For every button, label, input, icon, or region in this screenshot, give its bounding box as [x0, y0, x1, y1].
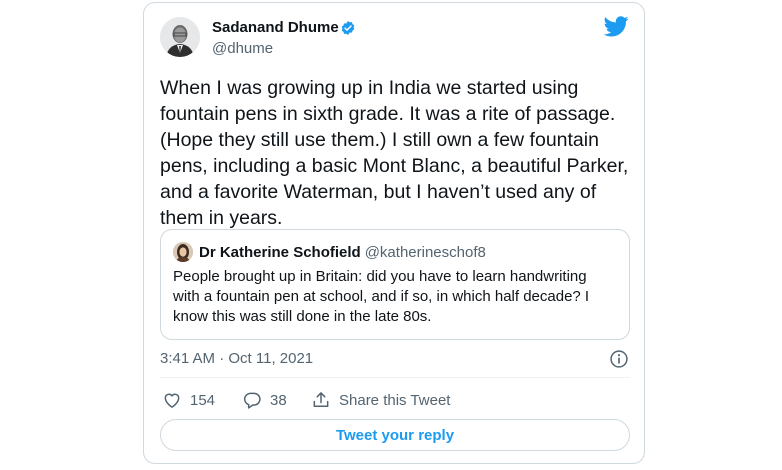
share-icon	[313, 392, 329, 407]
tweet-text: When I was growing up in India we starte…	[160, 77, 629, 229]
share-label: Share this Tweet	[339, 391, 451, 409]
reply-action[interactable]: 38	[242, 389, 287, 411]
like-count: 154	[190, 391, 216, 409]
share-action[interactable]: Share this Tweet	[311, 389, 450, 411]
like-action[interactable]: 154	[162, 389, 215, 411]
quoted-author-display-name: Dr Katherine Schofield	[199, 244, 361, 261]
author-display-name[interactable]: Sadanand Dhume	[212, 18, 339, 38]
heart-icon	[164, 393, 180, 408]
tweet-your-reply-button[interactable]: Tweet your reply	[160, 419, 630, 451]
quoted-tweet[interactable]: Dr Katherine Schofield @katherineschof8 P…	[160, 229, 630, 340]
twitter-bird-icon[interactable]	[604, 16, 629, 37]
quoted-tweet-text: People brought up in Britain: did you ha…	[173, 268, 590, 325]
reply-count: 38	[270, 391, 287, 409]
quoted-author-handle: @katherineschof8	[364, 244, 486, 261]
tweet-card: Sadanand Dhume @dhume When I was growing…	[143, 2, 645, 464]
quoted-author-avatar	[173, 242, 193, 262]
divider	[160, 377, 630, 378]
author-handle[interactable]: @dhume	[212, 39, 273, 59]
verified-badge-icon	[341, 21, 355, 35]
reply-bubble-icon	[243, 392, 261, 409]
author-avatar[interactable]	[160, 17, 200, 57]
info-icon[interactable]	[609, 349, 629, 369]
quoted-tweet-header: Dr Katherine Schofield @katherineschof8	[199, 243, 486, 263]
tweet-timestamp[interactable]: 3:41 AM · Oct 11, 2021	[160, 349, 313, 369]
